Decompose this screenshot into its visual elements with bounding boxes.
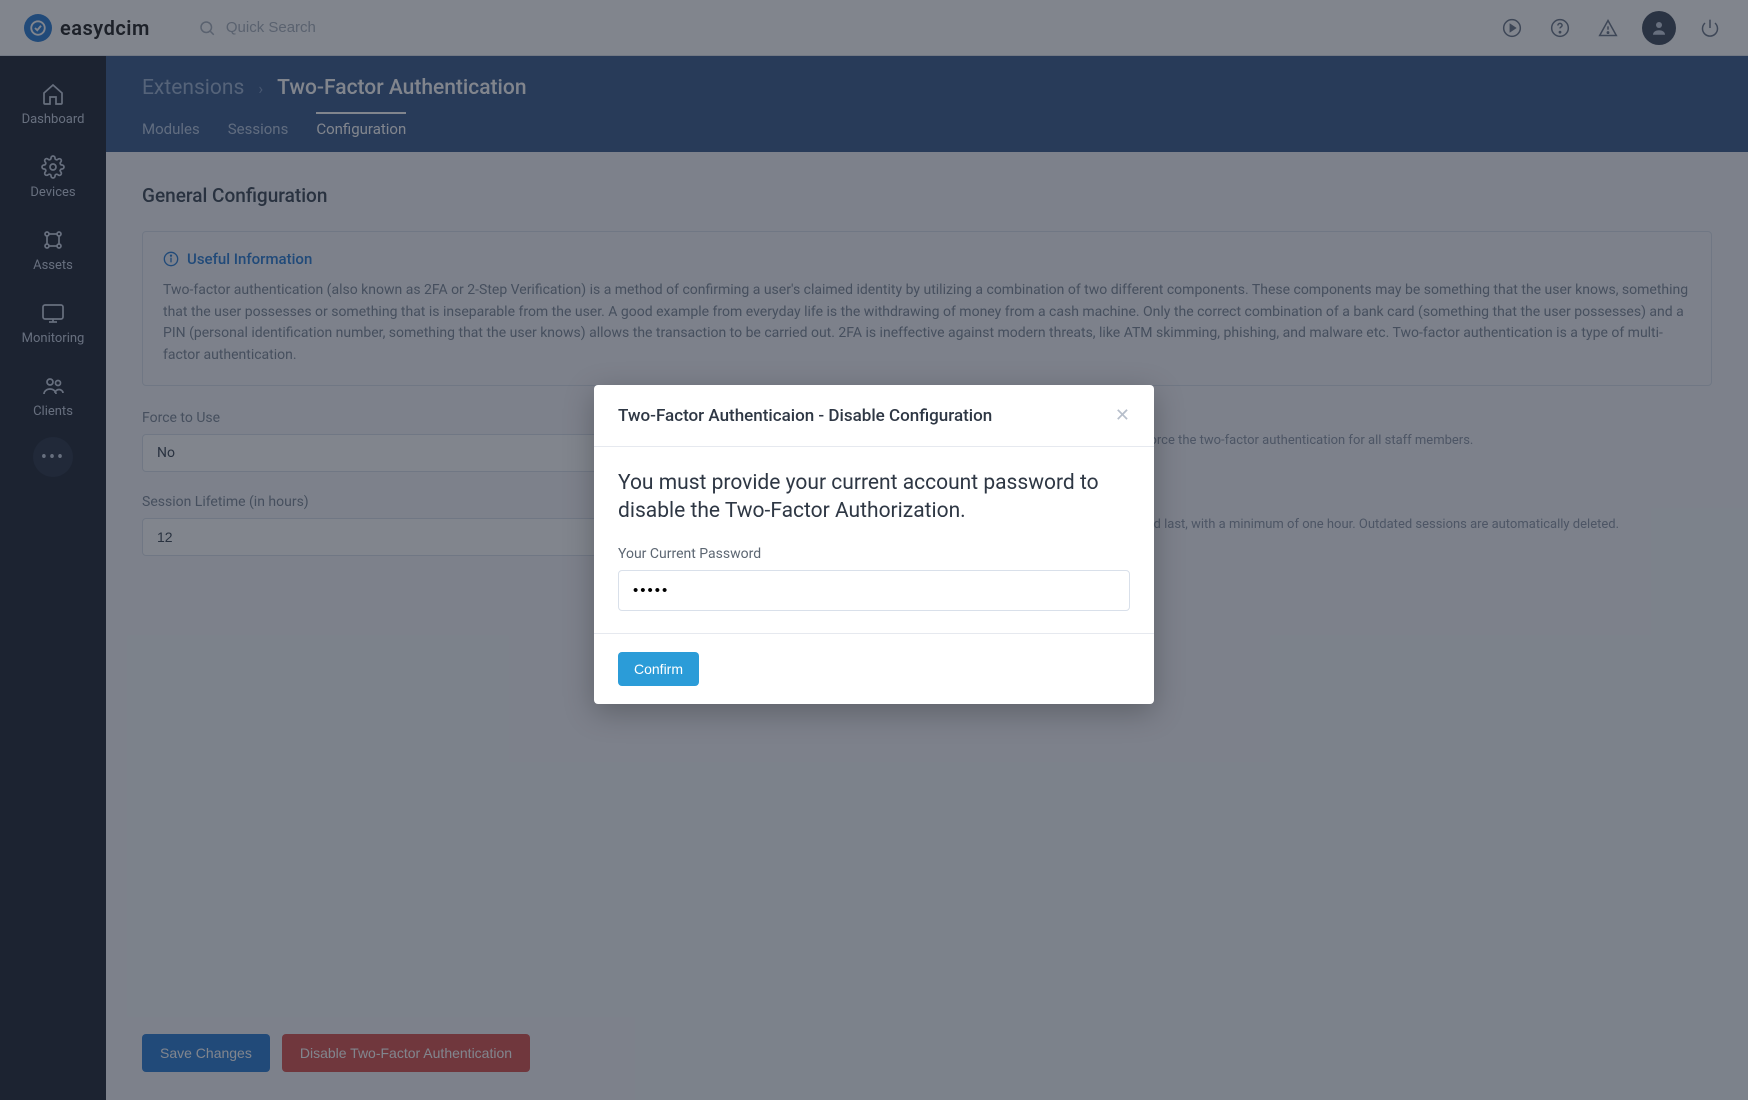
password-input[interactable] — [618, 570, 1130, 611]
modal-body: You must provide your current account pa… — [594, 447, 1154, 634]
password-label: Your Current Password — [618, 546, 1130, 562]
close-icon[interactable]: ✕ — [1115, 405, 1130, 426]
modal-title: Two-Factor Authenticaion - Disable Confi… — [618, 406, 992, 426]
confirm-button[interactable]: Confirm — [618, 652, 699, 686]
disable-2fa-modal: Two-Factor Authenticaion - Disable Confi… — [594, 385, 1154, 704]
modal-message: You must provide your current account pa… — [618, 469, 1130, 526]
modal-header: Two-Factor Authenticaion - Disable Confi… — [594, 385, 1154, 447]
modal-footer: Confirm — [594, 634, 1154, 704]
